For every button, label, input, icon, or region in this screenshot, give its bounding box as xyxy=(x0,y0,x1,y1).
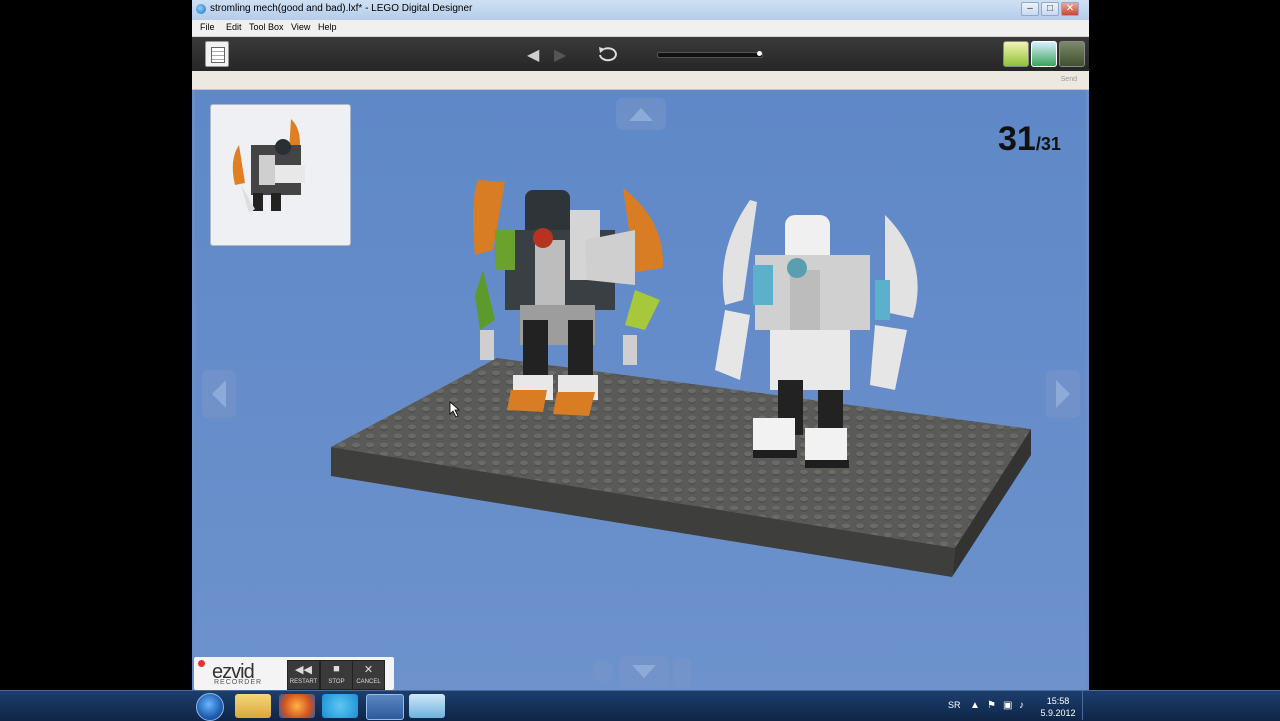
show-desktop-button[interactable] xyxy=(1082,691,1091,720)
menu-edit[interactable]: Edit xyxy=(226,22,242,32)
start-button[interactable] xyxy=(196,693,224,721)
clock-date[interactable]: 5.9.2012 xyxy=(1038,708,1078,718)
3d-viewport[interactable]: 31/31 xyxy=(195,90,1086,690)
stop-icon: ■ xyxy=(333,663,340,675)
build-mode-icon[interactable] xyxy=(1003,41,1029,67)
ezvid-subtitle: RECORDER xyxy=(214,679,263,686)
lego-designer-icon[interactable] xyxy=(366,694,404,720)
language-indicator[interactable]: SR xyxy=(948,700,961,710)
lego-model-scene xyxy=(331,180,1031,577)
main-toolbar: ◀ ▶ xyxy=(192,37,1089,71)
recording-dot-icon xyxy=(198,660,205,667)
window-title: stromling mech(good and bad).lxf* - LEGO… xyxy=(210,3,473,14)
skype-icon[interactable] xyxy=(322,694,358,718)
clock-time[interactable]: 15:58 xyxy=(1038,696,1078,706)
status-bar: Send xyxy=(192,71,1089,90)
menu-bar: File Edit Tool Box View Help xyxy=(192,20,1089,37)
rewind-icon: ◀◀ xyxy=(295,664,312,676)
building-guide-mode-icon[interactable] xyxy=(1059,41,1085,67)
app-window: stromling mech(good and bad).lxf* - LEGO… xyxy=(192,0,1089,692)
notes-icon[interactable] xyxy=(409,694,445,718)
cancel-label: CANCEL xyxy=(356,679,381,685)
menu-toolbox[interactable]: Tool Box xyxy=(249,22,284,32)
menu-view[interactable]: View xyxy=(291,22,310,32)
step-progress-knob[interactable] xyxy=(757,51,762,56)
action-center-flag-icon[interactable]: ⚑ xyxy=(987,700,996,711)
cancel-x-icon: ✕ xyxy=(363,664,374,676)
restart-label: RESTART xyxy=(289,679,318,685)
stop-label: STOP xyxy=(328,679,345,685)
network-icon[interactable]: ▣ xyxy=(1003,700,1012,711)
restart-button[interactable]: ◀◀ RESTART xyxy=(287,660,320,690)
lego-designer-app-icon xyxy=(196,4,206,14)
document-icon[interactable] xyxy=(205,41,229,67)
ezvid-recorder-panel: ezvid RECORDER ◀◀ RESTART ■ STOP ✕ CANCE… xyxy=(194,657,394,690)
cancel-button[interactable]: ✕ CANCEL xyxy=(352,660,385,690)
menu-file[interactable]: File xyxy=(200,22,215,32)
volume-icon[interactable]: ♪ xyxy=(1019,700,1024,711)
windows-taskbar: SR ▲ ⚑ ▣ ♪ 15:58 5.9.2012 xyxy=(0,690,1280,721)
stop-button[interactable]: ■ STOP xyxy=(320,660,353,690)
file-explorer-icon[interactable] xyxy=(235,694,271,718)
step-forward-button[interactable]: ▶ xyxy=(554,45,566,65)
step-progress-slider[interactable] xyxy=(657,52,763,58)
replay-icon[interactable] xyxy=(596,43,620,68)
firefox-icon[interactable] xyxy=(279,694,315,718)
close-button[interactable]: ✕ xyxy=(1061,2,1079,16)
show-hidden-icons-icon[interactable]: ▲ xyxy=(970,700,980,711)
minimize-button[interactable]: – xyxy=(1021,2,1039,16)
gray-baseplate xyxy=(331,358,1031,577)
menu-help[interactable]: Help xyxy=(318,22,337,32)
step-back-button[interactable]: ◀ xyxy=(527,45,539,65)
title-bar[interactable]: stromling mech(good and bad).lxf* - LEGO… xyxy=(192,0,1089,21)
view-mode-icon[interactable] xyxy=(1031,41,1057,67)
maximize-button[interactable]: □ xyxy=(1041,2,1059,16)
send-button[interactable]: Send xyxy=(1061,76,1077,83)
